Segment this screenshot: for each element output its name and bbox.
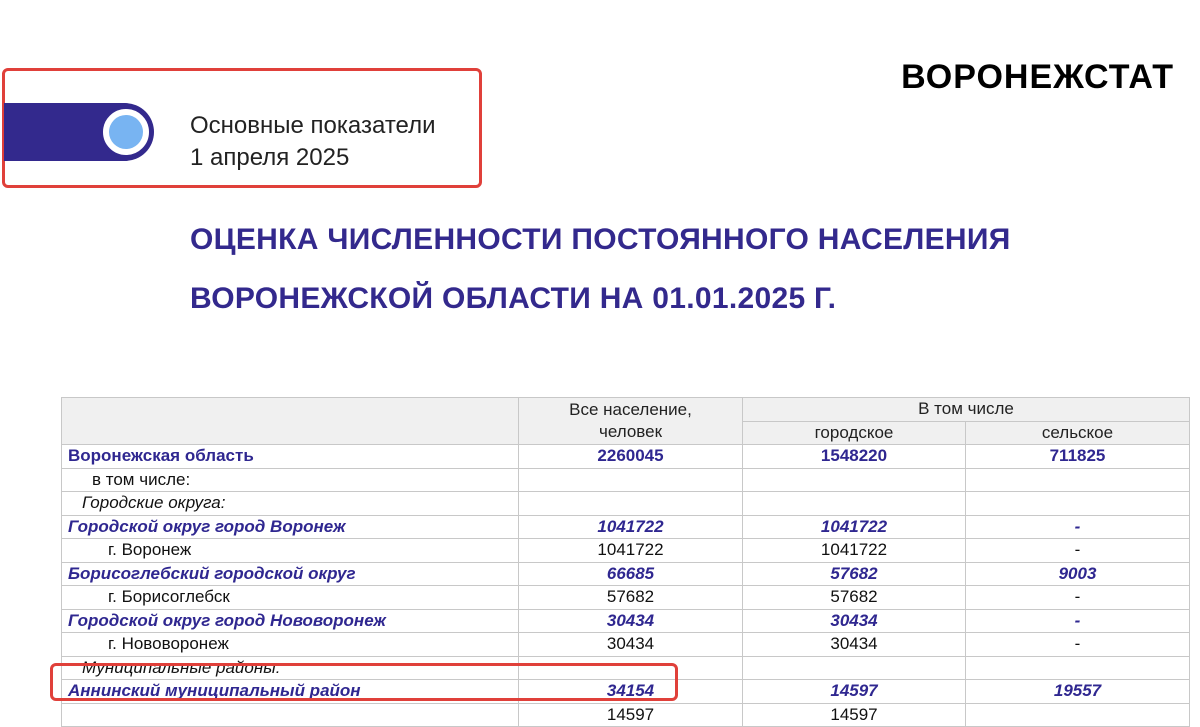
row-rural: - (965, 514, 1190, 539)
row-total: 14597 (518, 702, 743, 727)
header-rural-cell: сельское (965, 420, 1190, 445)
row-urban (742, 655, 966, 680)
row-total (518, 491, 743, 516)
row-urban: 57682 (742, 585, 966, 610)
row-urban (742, 491, 966, 516)
row-name: Городские округа: (61, 491, 519, 516)
row-highlight-box (50, 663, 678, 701)
header-urban-cell: городское (742, 420, 966, 445)
table-row: Городской округ город Нововоронеж 30434 … (61, 608, 1190, 633)
row-total: 66685 (518, 561, 743, 586)
row-total: 30434 (518, 608, 743, 633)
table-row: Борисоглебский городской округ 66685 576… (61, 561, 1190, 586)
header-toggle-dot (109, 115, 143, 149)
row-name: Борисоглебский городской округ (61, 561, 519, 586)
table-row: г. Борисоглебск 57682 57682 - (61, 585, 1190, 610)
table-row: в том числе: (61, 467, 1190, 492)
row-total: 1041722 (518, 538, 743, 563)
row-total: 2260045 (518, 444, 743, 469)
row-rural: 711825 (965, 444, 1190, 469)
header-name-cell (61, 397, 519, 445)
header-group-cell: В том числе (742, 397, 1190, 422)
row-rural: 19557 (965, 679, 1190, 704)
row-urban: 1041722 (742, 514, 966, 539)
row-urban: 30434 (742, 632, 966, 657)
table-row: г. Воронеж 1041722 1041722 - (61, 538, 1190, 563)
row-urban: 14597 (742, 702, 966, 727)
table-row: 14597 14597 (61, 702, 1190, 727)
row-rural: - (965, 538, 1190, 563)
row-urban: 1548220 (742, 444, 966, 469)
document-date: 1 апреля 2025 (190, 144, 350, 171)
row-rural (965, 702, 1190, 727)
row-name: в том числе: (61, 467, 519, 492)
table-row: Городские округа: (61, 491, 1190, 516)
header-total-label: Все население, (569, 400, 692, 419)
page-title-line-2: ВОРОНЕЖСКОЙ ОБЛАСТИ НА 01.01.2025 Г. (190, 282, 837, 315)
row-urban: 57682 (742, 561, 966, 586)
row-rural: - (965, 608, 1190, 633)
row-name: г. Воронеж (61, 538, 519, 563)
table-header-row: Все население, человек В том числе (61, 397, 1190, 445)
page-title-line-1: ОЦЕНКА ЧИСЛЕННОСТИ ПОСТОЯННОГО НАСЕЛЕНИЯ (190, 223, 1011, 256)
row-urban (742, 467, 966, 492)
document-name: Основные показатели (190, 112, 436, 139)
row-name: г. Борисоглебск (61, 585, 519, 610)
row-rural (965, 467, 1190, 492)
row-name: Городской округ город Нововоронеж (61, 608, 519, 633)
row-total: 57682 (518, 585, 743, 610)
row-urban: 1041722 (742, 538, 966, 563)
row-total: 1041722 (518, 514, 743, 539)
brand-title: ВОРОНЕЖСТАТ (901, 58, 1174, 96)
row-rural: 9003 (965, 561, 1190, 586)
header-total-unit: человек (598, 422, 663, 441)
row-total: 30434 (518, 632, 743, 657)
row-name: Воронежская область (61, 444, 519, 469)
table-row: Воронежская область 2260045 1548220 7118… (61, 444, 1190, 469)
row-urban: 30434 (742, 608, 966, 633)
row-rural (965, 491, 1190, 516)
row-name: Городской округ город Воронеж (61, 514, 519, 539)
row-rural (965, 655, 1190, 680)
row-name: г. Нововоронеж (61, 632, 519, 657)
header-total-cell: Все население, человек (518, 397, 743, 445)
row-rural: - (965, 632, 1190, 657)
row-urban: 14597 (742, 679, 966, 704)
table-row: г. Нововоронеж 30434 30434 - (61, 632, 1190, 657)
table-row: Городской округ город Воронеж 1041722 10… (61, 514, 1190, 539)
row-name (61, 702, 519, 727)
row-rural: - (965, 585, 1190, 610)
row-total (518, 467, 743, 492)
